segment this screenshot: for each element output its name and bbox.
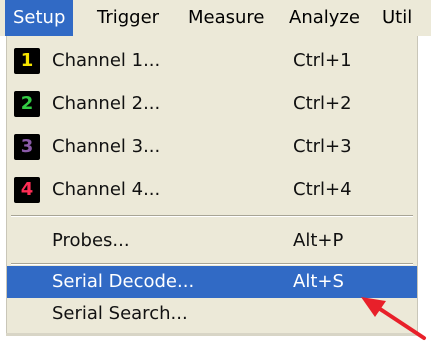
annotation-arrow-icon (361, 297, 426, 340)
